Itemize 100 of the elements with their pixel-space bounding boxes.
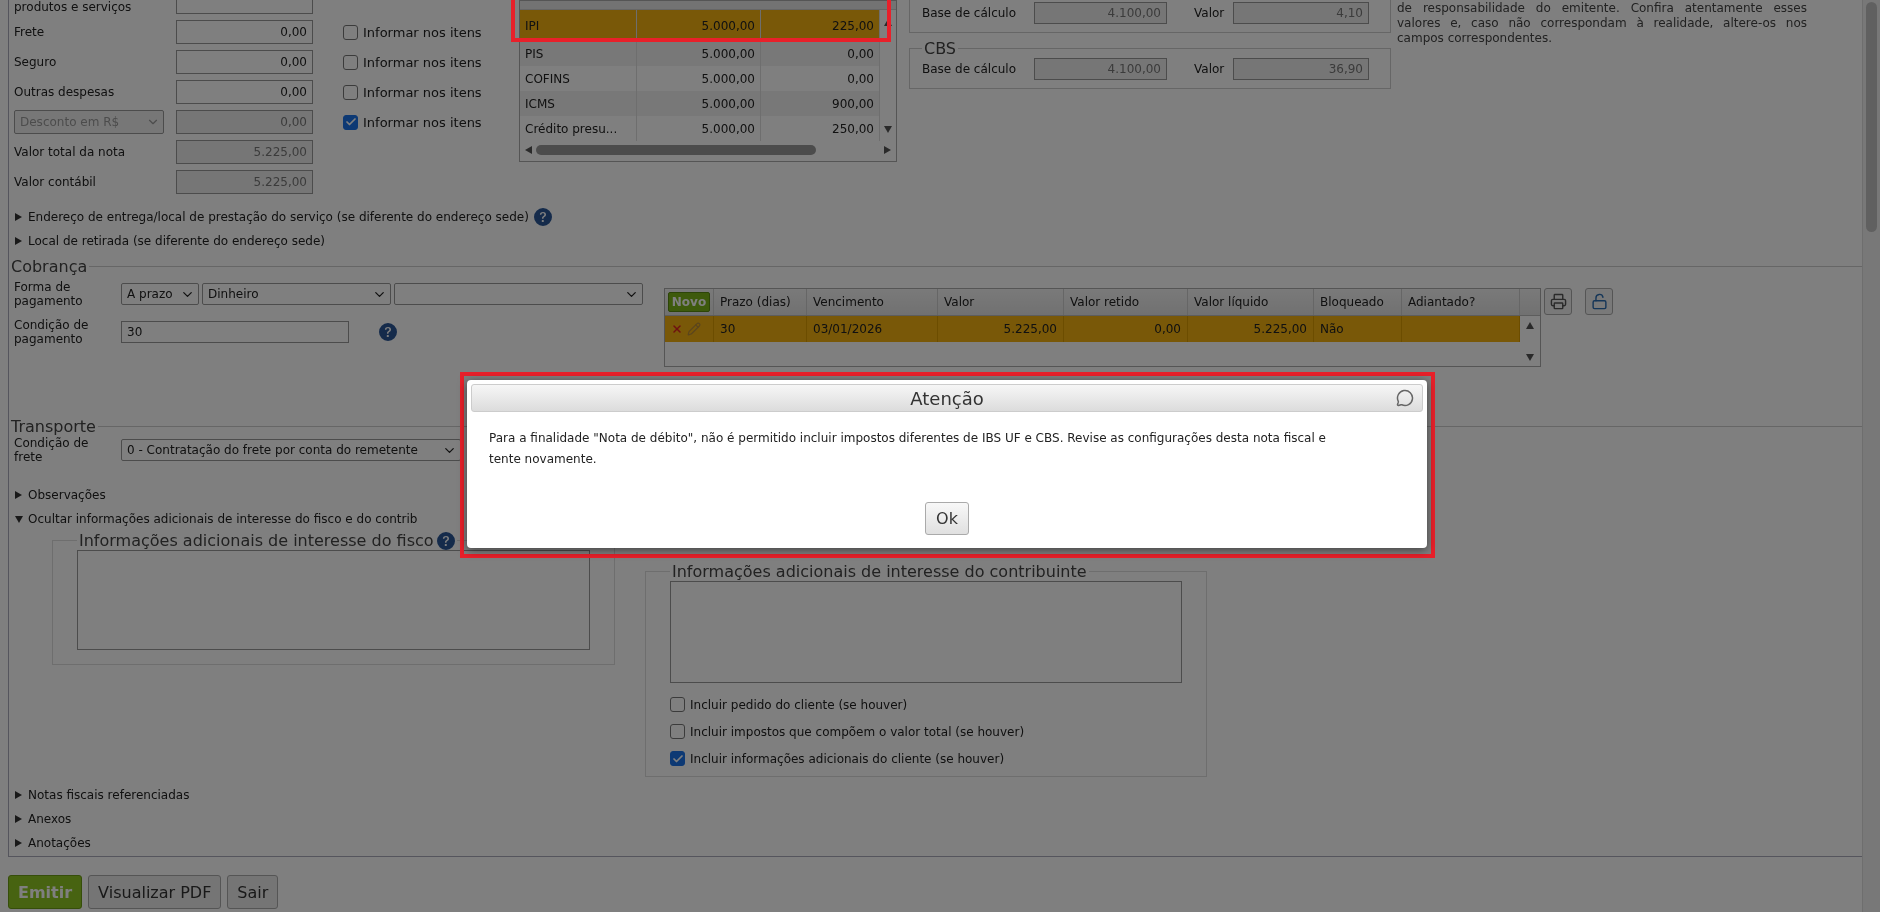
checkbox-label: Incluir pedido do cliente (se houver) bbox=[690, 697, 908, 712]
dropdown-select[interactable]: 0 - Contratação do frete por conta do remetente bbox=[121, 439, 461, 461]
scroll-up-icon[interactable] bbox=[1526, 321, 1534, 329]
scroll-down-icon[interactable] bbox=[884, 125, 892, 133]
caret-right-icon[interactable] bbox=[15, 791, 23, 799]
group-legend: CBS bbox=[922, 39, 959, 58]
checkbox[interactable] bbox=[343, 24, 358, 40]
field-label: Condição de frete bbox=[14, 436, 90, 464]
group-legend: Informações adicionais de interesse do fisco bbox=[79, 531, 434, 550]
section-toggle[interactable]: Anexos bbox=[28, 812, 72, 826]
field-label: produtos e serviços bbox=[14, 0, 132, 14]
action-button[interactable]: Sair bbox=[227, 875, 279, 909]
table-cell: Crédito presu... bbox=[520, 116, 637, 141]
ok-button[interactable]: Ok bbox=[925, 502, 969, 535]
section-toggle[interactable]: Anotações bbox=[28, 836, 91, 850]
help-icon[interactable] bbox=[436, 531, 455, 550]
text-area[interactable] bbox=[670, 581, 1182, 683]
column-header[interactable]: Valor retido bbox=[1064, 289, 1188, 315]
printer-icon bbox=[1549, 293, 1567, 310]
text-field[interactable]: 30 bbox=[121, 321, 349, 343]
table-cell: IPI bbox=[520, 10, 637, 41]
section-title: Cobrança bbox=[10, 257, 89, 276]
unlock-button[interactable] bbox=[1585, 288, 1613, 315]
dialog-message: Para a finalidade "Nota de débito", não é permitido incluir impostos diferentes de IBS UF e CBS. Revise as configurações desta nota fiscal e tente novamente. bbox=[489, 430, 1327, 468]
field-label: Outras despesas bbox=[14, 85, 115, 99]
text-field[interactable]: 0,00 bbox=[176, 20, 313, 44]
checkbox[interactable] bbox=[343, 54, 358, 70]
text-field[interactable]: 0,00 bbox=[176, 80, 313, 104]
help-icon[interactable] bbox=[379, 323, 397, 341]
caret-right-icon[interactable] bbox=[15, 491, 23, 499]
column-header[interactable]: Valor bbox=[938, 289, 1064, 315]
section-toggle[interactable]: Endereço de entrega/local de prestação do serviço (se diferente do endereço sede) bbox=[28, 210, 529, 224]
checkbox[interactable] bbox=[670, 724, 685, 739]
checkbox-label: Informar nos itens bbox=[363, 24, 482, 40]
text-field[interactable]: 4.100,00 bbox=[1034, 2, 1167, 24]
text-field[interactable]: 4,10 bbox=[1233, 2, 1369, 24]
dropdown-select[interactable] bbox=[394, 283, 643, 305]
column-header[interactable]: Vencimento bbox=[807, 289, 938, 315]
field-label: Base de cálculo bbox=[922, 62, 1017, 76]
table-cell: 30 bbox=[714, 316, 807, 342]
caret-right-icon[interactable] bbox=[15, 213, 23, 221]
checkbox-label: Informar nos itens bbox=[363, 84, 482, 100]
text-area[interactable] bbox=[77, 550, 590, 650]
help-icon[interactable] bbox=[533, 208, 552, 226]
text-field[interactable]: 36,90 bbox=[1233, 58, 1369, 80]
checkbox-label: Informar nos itens bbox=[363, 114, 482, 130]
field-label: Valor bbox=[1194, 62, 1226, 76]
speech-bubble-icon bbox=[1396, 389, 1414, 407]
field-label: Seguro bbox=[14, 55, 57, 69]
column-header[interactable]: Bloqueado bbox=[1314, 289, 1402, 315]
dropdown-select[interactable]: Dinheiro bbox=[202, 283, 391, 305]
checkbox-label: Incluir informações adicionais do cliente (se houver) bbox=[690, 751, 1005, 766]
text-field[interactable] bbox=[176, 0, 313, 14]
table-cell: 225,00 bbox=[761, 10, 880, 41]
table-cell: 250,00 bbox=[761, 116, 880, 141]
scrollbar-thumb[interactable] bbox=[536, 145, 816, 155]
section-toggle[interactable]: Ocultar informações adicionais de interesse do fisco e do contrib bbox=[28, 512, 418, 526]
field-label: Frete bbox=[14, 25, 45, 39]
table-cell: 5.000,00 bbox=[637, 116, 761, 141]
checkbox[interactable] bbox=[670, 751, 685, 766]
text-field[interactable]: 4.100,00 bbox=[1034, 58, 1167, 80]
field-label: Valor bbox=[1194, 6, 1226, 20]
table-cell: 03/01/2026 bbox=[807, 316, 938, 342]
section-title: Transporte bbox=[10, 417, 97, 436]
caret-right-icon[interactable] bbox=[15, 237, 23, 245]
section-toggle[interactable]: Notas fiscais referenciadas bbox=[28, 788, 190, 802]
checkbox[interactable] bbox=[670, 697, 685, 712]
section-toggle[interactable]: Local de retirada (se diferente do endereço sede) bbox=[28, 234, 326, 248]
table-row[interactable]: ICMS 5.000,00 900,00 bbox=[520, 91, 880, 116]
caret-right-icon[interactable] bbox=[15, 815, 23, 823]
section-toggle[interactable]: Observações bbox=[28, 488, 106, 502]
table-row[interactable]: PIS 5.000,00 0,00 bbox=[520, 41, 880, 66]
print-button[interactable] bbox=[1544, 288, 1572, 315]
checkbox-label: Incluir impostos que compõem o valor total (se houver) bbox=[690, 724, 1025, 739]
table-cell: Não bbox=[1314, 316, 1402, 342]
field-label: Valor total da nota bbox=[14, 145, 126, 159]
dropdown-select[interactable]: A prazo bbox=[121, 283, 199, 305]
table-cell: 5.225,00 bbox=[1188, 316, 1314, 342]
scroll-right-icon[interactable] bbox=[884, 146, 892, 154]
table-row[interactable]: 30 03/01/2026 5.225,00 0,00 5.225,00 Não bbox=[665, 316, 1520, 342]
scrollbar-thumb[interactable] bbox=[1866, 2, 1877, 232]
caret-down-icon[interactable] bbox=[15, 515, 23, 523]
checkbox[interactable] bbox=[343, 84, 358, 100]
field-label: Forma de pagamento bbox=[14, 280, 84, 308]
delete-icon[interactable] bbox=[671, 323, 683, 335]
field-label: Base de cálculo bbox=[922, 6, 1017, 20]
field-label: Valor contábil bbox=[14, 175, 96, 189]
scroll-left-icon[interactable] bbox=[524, 146, 532, 154]
text-field[interactable]: 0,00 bbox=[176, 50, 313, 74]
action-button[interactable]: Visualizar PDF bbox=[88, 875, 222, 909]
scroll-down-icon[interactable] bbox=[1526, 353, 1534, 361]
notice-text: de responsabilidade do emitente. Confira atentamente esses valores e, caso não correspondam à realidade, altere-os nos campos correspondentes. bbox=[1397, 1, 1807, 46]
caret-right-icon[interactable] bbox=[15, 839, 23, 847]
table-cell: 5.225,00 bbox=[938, 316, 1064, 342]
checkbox-label: Informar nos itens bbox=[363, 54, 482, 70]
column-header[interactable]: Valor líquido bbox=[1188, 289, 1314, 315]
column-header[interactable]: Adiantado? bbox=[1402, 289, 1520, 315]
padlock-icon bbox=[1590, 293, 1608, 310]
column-header[interactable]: Prazo (dias) bbox=[714, 289, 807, 315]
table-cell: 5.000,00 bbox=[637, 10, 761, 41]
